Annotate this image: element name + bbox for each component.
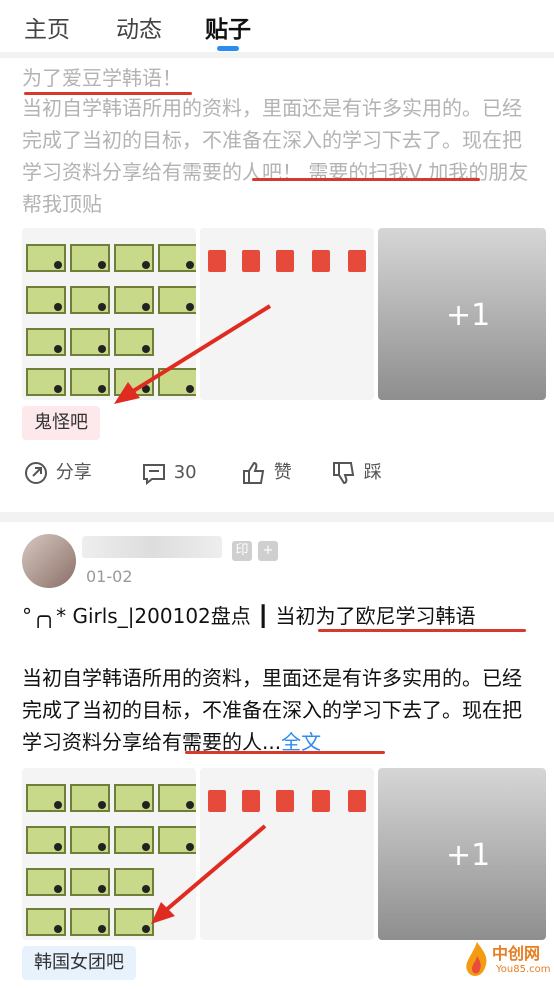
tab-activity[interactable]: 动态 xyxy=(116,10,162,44)
dislike-label: 踩 xyxy=(363,462,382,483)
post2-body: 当初自学韩语所用的资料，里面还是有许多实用的。已经完成了当初的目标，不准备在深入… xyxy=(22,666,522,754)
post1-image-3[interactable]: +1 xyxy=(378,228,546,400)
red-underline xyxy=(252,178,480,181)
red-underline xyxy=(185,751,385,754)
divider xyxy=(0,52,554,58)
watermark-brand: 中创网 xyxy=(492,944,541,963)
comment-button[interactable]: 30 xyxy=(140,455,197,491)
top-tabs: 主页 动态 贴子 xyxy=(0,0,554,52)
comment-count: 30 xyxy=(173,462,197,483)
red-arrow-icon xyxy=(151,824,267,924)
post-date: 01-02 xyxy=(86,567,133,586)
red-underline xyxy=(318,629,526,632)
active-tab-indicator xyxy=(217,46,239,51)
badge-print: 印 xyxy=(232,541,252,561)
flame-logo-icon xyxy=(466,942,487,976)
post2-body-wrap[interactable]: 当初自学韩语所用的资料，里面还是有许多实用的。已经完成了当初的目标，不准备在深入… xyxy=(22,662,537,758)
thumbs-down-icon xyxy=(333,462,355,485)
watermark: 中创网 You85.com xyxy=(462,936,551,986)
like-button[interactable]: 赞 xyxy=(240,455,292,491)
thumbs-up-icon xyxy=(243,461,265,484)
share-label: 分享 xyxy=(55,462,92,483)
dislike-button[interactable]: 踩 xyxy=(330,455,382,491)
share-button[interactable]: 分享 xyxy=(22,455,92,491)
comment-icon xyxy=(143,464,165,486)
post-actions: 分享 30 赞 踩 xyxy=(22,455,542,491)
post2-title[interactable]: °╭╮* Girls_|200102盘点 ┃ 当初为了欧尼学习韩语 xyxy=(22,600,537,632)
more-images-count: +1 xyxy=(446,298,491,333)
tab-posts[interactable]: 贴子 xyxy=(205,10,251,44)
forum-tag[interactable]: 鬼怪吧 xyxy=(22,406,100,440)
badge-plus: + xyxy=(258,541,278,561)
username-blurred[interactable] xyxy=(82,536,222,558)
share-icon xyxy=(25,462,47,484)
watermark-url: You85.com xyxy=(496,964,551,975)
divider xyxy=(0,512,554,522)
like-label: 赞 xyxy=(273,462,292,483)
post2-image-3[interactable]: +1 xyxy=(378,768,546,940)
post1-body[interactable]: 当初自学韩语所用的资料，里面还是有许多实用的。已经完成了当初的目标，不准备在深入… xyxy=(22,92,537,220)
tab-home[interactable]: 主页 xyxy=(24,10,70,44)
forum-tag[interactable]: 韩国女团吧 xyxy=(22,946,136,980)
avatar[interactable] xyxy=(22,534,76,588)
post1-title[interactable]: 为了爱豆学韩语！ xyxy=(22,62,537,94)
more-images-count: +1 xyxy=(446,838,491,873)
red-arrow-icon xyxy=(114,304,272,404)
